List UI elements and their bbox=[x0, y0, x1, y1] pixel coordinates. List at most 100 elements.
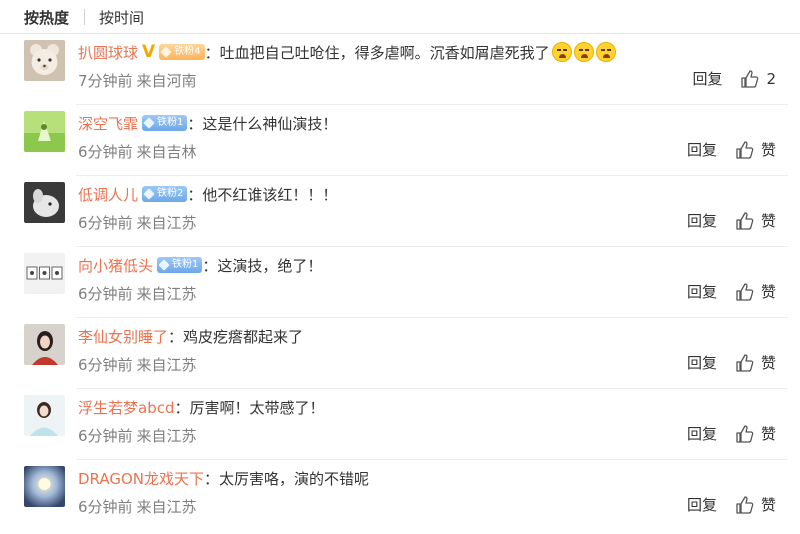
comment-meta: 6分钟前 来自吉林 bbox=[78, 141, 197, 162]
verified-v-icon: V bbox=[142, 42, 156, 62]
location: 来自江苏 bbox=[136, 498, 197, 516]
comment-line: 李仙女别睡了 ：鸡皮疙瘩都起来了 bbox=[78, 324, 303, 348]
comment-line: 深空飞霏 铁粉1 ：这是什么神仙演技！ bbox=[78, 111, 337, 135]
comment-meta: 6分钟前 来自江苏 bbox=[78, 496, 197, 517]
diamond-icon bbox=[158, 259, 170, 271]
avatar[interactable] bbox=[24, 182, 65, 223]
crown-icon bbox=[160, 46, 172, 58]
crying-emoji-icon bbox=[595, 42, 616, 62]
username[interactable]: 深空飞霏 bbox=[78, 113, 138, 134]
like-button[interactable]: 赞 bbox=[735, 494, 776, 515]
fan-badge-label: 铁粉4 bbox=[174, 46, 201, 57]
like-button[interactable]: 2 bbox=[740, 69, 776, 89]
comment-text: ：这是什么神仙演技！ bbox=[187, 114, 338, 133]
thumbs-up-icon bbox=[736, 424, 754, 443]
like-button[interactable]: 赞 bbox=[735, 281, 776, 302]
fan-badge-label: 铁粉1 bbox=[157, 117, 184, 128]
username[interactable]: 低调人儿 bbox=[78, 184, 138, 205]
thumbs-up-icon bbox=[736, 211, 754, 230]
like-label: 赞 bbox=[760, 212, 776, 230]
comment-item: 深空飞霏 铁粉1 ：这是什么神仙演技！ 6分钟前 来自吉林 回复 赞 bbox=[0, 105, 800, 176]
comment-text: ：厉害啊！太带感了！ bbox=[174, 398, 325, 417]
comment-actions: 回复 2 bbox=[692, 68, 776, 89]
timestamp: 6分钟前 bbox=[78, 427, 133, 445]
avatar[interactable] bbox=[24, 40, 65, 81]
comment-item: 李仙女别睡了 ：鸡皮疙瘩都起来了 6分钟前 来自江苏 回复 赞 bbox=[0, 318, 800, 389]
comment-item: DRAGON龙戏天下 ：太厉害咯，演的不错呢 6分钟前 来自江苏 回复 赞 bbox=[0, 460, 800, 531]
sort-by-hot-tab[interactable]: 按热度 bbox=[24, 7, 69, 28]
reply-button[interactable]: 回复 bbox=[687, 281, 717, 302]
comment-line: 向小猪低头 铁粉1 ：这演技，绝了！ bbox=[78, 253, 322, 277]
avatar[interactable] bbox=[24, 253, 65, 294]
comment-text: ：这演技，绝了！ bbox=[202, 256, 323, 275]
reply-button[interactable]: 回复 bbox=[687, 210, 717, 231]
fan-badge-label: 铁粉2 bbox=[157, 188, 184, 199]
thumbs-up-icon bbox=[736, 353, 754, 372]
comment-meta: 6分钟前 来自江苏 bbox=[78, 212, 197, 233]
username[interactable]: 扒圆球球 bbox=[78, 42, 138, 63]
like-button[interactable]: 赞 bbox=[735, 352, 776, 373]
comment-line: DRAGON龙戏天下 ：太厉害咯，演的不错呢 bbox=[78, 466, 369, 490]
location: 来自江苏 bbox=[136, 356, 197, 374]
comment-line: 低调人儿 铁粉2 ：他不红谁该红！！！ bbox=[78, 182, 337, 206]
reply-button[interactable]: 回复 bbox=[687, 494, 717, 515]
location: 来自江苏 bbox=[136, 427, 197, 445]
username[interactable]: 向小猪低头 bbox=[78, 255, 153, 276]
thumbs-up-icon bbox=[736, 140, 754, 159]
timestamp: 6分钟前 bbox=[78, 214, 133, 232]
comment-meta: 6分钟前 来自江苏 bbox=[78, 425, 197, 446]
fan-badge-label: 铁粉1 bbox=[172, 259, 199, 270]
timestamp: 6分钟前 bbox=[78, 285, 133, 303]
thumbs-up-icon bbox=[736, 282, 754, 301]
location: 来自江苏 bbox=[136, 285, 197, 303]
avatar[interactable] bbox=[24, 324, 65, 365]
location: 来自吉林 bbox=[136, 143, 197, 161]
like-button[interactable]: 赞 bbox=[735, 139, 776, 160]
crying-emoji-icon bbox=[551, 42, 572, 62]
comment-item: 浮生若梦abcd ：厉害啊！太带感了！ 6分钟前 来自江苏 回复 赞 bbox=[0, 389, 800, 460]
reply-button[interactable]: 回复 bbox=[687, 139, 717, 160]
comment-text: ：吐血把自己吐呛住，得多虐啊。沉香如屑虐死我了 bbox=[204, 43, 550, 62]
comment-actions: 回复 赞 bbox=[687, 281, 776, 302]
reply-button[interactable]: 回复 bbox=[687, 423, 717, 444]
reply-button[interactable]: 回复 bbox=[687, 352, 717, 373]
like-button[interactable]: 赞 bbox=[735, 210, 776, 231]
like-button[interactable]: 赞 bbox=[735, 423, 776, 444]
avatar[interactable] bbox=[24, 395, 65, 436]
timestamp: 6分钟前 bbox=[78, 498, 133, 516]
comment-text: ：太厉害咯，演的不错呢 bbox=[204, 469, 370, 488]
sort-bar: 按热度 按时间 bbox=[0, 0, 800, 34]
comment-actions: 回复 赞 bbox=[687, 139, 776, 160]
fan-badge[interactable]: 铁粉2 bbox=[142, 186, 188, 202]
comment-text: ：鸡皮疙瘩都起来了 bbox=[168, 327, 304, 346]
like-label: 赞 bbox=[760, 141, 776, 159]
like-label: 赞 bbox=[760, 283, 776, 301]
crying-emoji-icon bbox=[573, 42, 594, 62]
location: 来自江苏 bbox=[136, 214, 197, 232]
comment-actions: 回复 赞 bbox=[687, 210, 776, 231]
sort-divider bbox=[84, 9, 85, 25]
username[interactable]: 李仙女别睡了 bbox=[78, 326, 168, 347]
like-label: 赞 bbox=[760, 354, 776, 372]
like-count: 2 bbox=[766, 69, 776, 88]
comment-item: 低调人儿 铁粉2 ：他不红谁该红！！！ 6分钟前 来自江苏 回复 赞 bbox=[0, 176, 800, 247]
comment-item: 扒圆球球 V 铁粉4 ：吐血把自己吐呛住，得多虐啊。沉香如屑虐死我了 7分钟前来… bbox=[0, 34, 800, 105]
username[interactable]: DRAGON龙戏天下 bbox=[78, 468, 204, 489]
fan-badge[interactable]: 铁粉1 bbox=[157, 257, 203, 273]
fan-badge[interactable]: 铁粉1 bbox=[142, 115, 188, 131]
timestamp: 7分钟前 bbox=[78, 72, 133, 90]
comment-actions: 回复 赞 bbox=[687, 352, 776, 373]
sort-by-time-tab[interactable]: 按时间 bbox=[99, 7, 144, 28]
avatar[interactable] bbox=[24, 466, 65, 507]
avatar[interactable] bbox=[24, 111, 65, 152]
thumbs-up-icon bbox=[736, 495, 754, 514]
location: 来自河南 bbox=[136, 72, 197, 90]
timestamp: 6分钟前 bbox=[78, 143, 133, 161]
timestamp: 6分钟前 bbox=[78, 356, 133, 374]
comment-item: 向小猪低头 铁粉1 ：这演技，绝了！ 6分钟前 来自江苏 回复 赞 bbox=[0, 247, 800, 318]
username[interactable]: 浮生若梦abcd bbox=[78, 397, 174, 418]
thumbs-up-icon bbox=[741, 69, 759, 88]
fan-badge[interactable]: 铁粉4 bbox=[159, 44, 205, 60]
reply-button[interactable]: 回复 bbox=[692, 68, 722, 89]
comment-actions: 回复 赞 bbox=[687, 423, 776, 444]
